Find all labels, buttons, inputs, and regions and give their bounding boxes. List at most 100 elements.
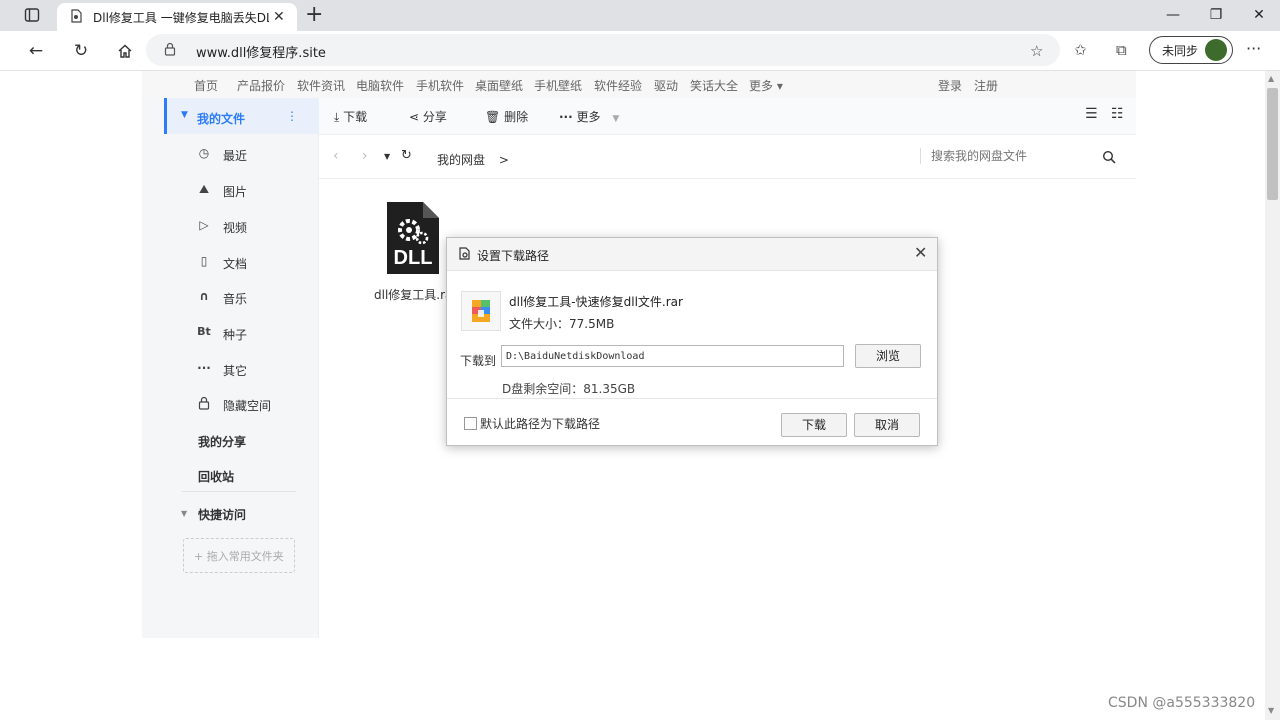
dll-file-icon[interactable]: DLL: [385, 200, 441, 276]
sidebar-item-videos[interactable]: 视频: [223, 219, 247, 236]
nav-link-drivers[interactable]: 驱动: [654, 77, 678, 94]
tab-close-icon[interactable]: ✕: [273, 9, 285, 25]
nav-link-prices[interactable]: 产品报价: [237, 77, 285, 94]
home-button[interactable]: [111, 37, 139, 65]
image-icon: ⛰: [198, 182, 210, 196]
search-input[interactable]: [931, 149, 1091, 163]
tab-actions-icon[interactable]: [24, 7, 40, 23]
more-dots-icon: ···: [197, 361, 211, 375]
avatar: [1205, 39, 1227, 61]
sidebar-item-music[interactable]: 音乐: [223, 290, 247, 307]
breadcrumb-root[interactable]: 我的网盘: [437, 153, 485, 167]
refresh-button[interactable]: ↻: [67, 37, 95, 65]
share-button[interactable]: ⋖ 分享: [409, 108, 447, 125]
lock-icon[interactable]: [164, 42, 176, 56]
nav-link-mobile-software[interactable]: 手机软件: [416, 77, 464, 94]
forward-arrow-icon[interactable]: ›: [362, 148, 368, 164]
more-button[interactable]: ··· 更多 ▼: [559, 108, 619, 125]
new-tab-button[interactable]: +: [305, 2, 323, 27]
scrollbar-thumb[interactable]: [1267, 88, 1278, 200]
omnibox[interactable]: www.dll修复程序.site: [146, 34, 1060, 66]
list-view-icon[interactable]: ☷: [1111, 106, 1124, 122]
sidebar-item-hidden-space[interactable]: 隐藏空间: [223, 397, 271, 414]
default-path-checkbox[interactable]: [464, 417, 477, 430]
history-dropdown-icon[interactable]: ▼: [384, 152, 390, 161]
sidebar-item-label: 我的文件: [197, 112, 246, 126]
tab-favicon-icon: [69, 9, 83, 23]
more-label: 更多: [576, 110, 601, 124]
nav-link-news[interactable]: 软件资讯: [297, 77, 345, 94]
sync-label: 未同步: [1162, 44, 1199, 58]
login-link[interactable]: 登录: [938, 77, 962, 94]
profile-sync-button[interactable]: 未同步: [1149, 36, 1233, 64]
nav-link-home[interactable]: 首页: [194, 77, 218, 94]
breadcrumb-bar: ‹ › ▼ ↻ 我的网盘 >: [319, 136, 1136, 179]
url-text[interactable]: www.dll修复程序.site: [196, 42, 326, 61]
delete-button[interactable]: 🗑 删除: [485, 108, 528, 125]
caret-down-icon: ▼: [612, 114, 620, 124]
download-path-dialog: 设置下载路径 ✕ dll修复工具-快速修复dll文件.rar 文件大小：77.5…: [446, 237, 938, 446]
scroll-down-icon[interactable]: ▼: [1268, 706, 1274, 715]
add-favorite-icon[interactable]: ☆: [1030, 42, 1043, 60]
search-divider: [920, 148, 921, 164]
nav-more-label: 更多: [749, 79, 774, 93]
headphones-icon: ∩: [199, 289, 209, 303]
sidebar: ▼ 我的文件 ⋮ ◷ 最近 ⛰ 图片 ▷ 视频 ▯ 文档 ∩ 音乐 Bt 种子 …: [142, 98, 321, 638]
download-button[interactable]: ⤓ 下载: [334, 108, 367, 125]
refresh-icon[interactable]: ↻: [401, 148, 412, 163]
default-path-label[interactable]: 默认此路径为下载路径: [480, 415, 600, 432]
delete-label: 删除: [504, 110, 529, 124]
sidebar-item-other[interactable]: 其它: [223, 362, 247, 379]
restore-button[interactable]: ❐: [1193, 0, 1239, 31]
rar-archive-icon: [461, 291, 501, 331]
more-dots-icon: ···: [559, 110, 573, 124]
window-close-button[interactable]: ✕: [1236, 0, 1280, 31]
register-link[interactable]: 注册: [974, 77, 998, 94]
nav-link-mobile-wallpaper[interactable]: 手机壁纸: [534, 77, 582, 94]
sidebar-item-my-share[interactable]: 我的分享: [198, 433, 246, 450]
browse-button[interactable]: 浏览: [855, 344, 921, 368]
sidebar-item-recent[interactable]: 最近: [223, 147, 247, 164]
video-icon: ▷: [199, 218, 209, 232]
tab-strip: Dll修复工具 一键修复电脑丢失DLL ✕ + — ❐ ✕: [0, 0, 1280, 31]
file-type-label: DLL: [393, 247, 433, 269]
confirm-download-button[interactable]: 下载: [781, 413, 847, 437]
sidebar-item-my-files[interactable]: ▼ 我的文件 ⋮: [164, 98, 321, 134]
active-tab[interactable]: Dll修复工具 一键修复电脑丢失DLL ✕: [57, 3, 297, 31]
dialog-header: 设置下载路径 ✕: [447, 238, 937, 271]
cancel-button[interactable]: 取消: [854, 413, 920, 437]
nav-link-more[interactable]: 更多 ▾: [749, 77, 783, 94]
sidebar-divider: [182, 491, 296, 492]
nav-link-jokes[interactable]: 笑话大全: [690, 77, 738, 94]
kebab-menu-icon[interactable]: ⋮: [286, 109, 298, 123]
download-path-input[interactable]: [501, 345, 844, 367]
nav-link-pc-software[interactable]: 电脑软件: [356, 77, 404, 94]
minimize-button[interactable]: —: [1150, 0, 1196, 31]
free-space-text: D盘剩余空间：81.35GB: [502, 382, 636, 396]
scroll-up-icon[interactable]: ▲: [1268, 74, 1274, 83]
sidebar-item-documents[interactable]: 文档: [223, 255, 247, 272]
file-name[interactable]: dll修复工具.rar: [374, 286, 448, 303]
nav-link-software-tips[interactable]: 软件经验: [594, 77, 642, 94]
search-icon[interactable]: [1102, 150, 1116, 164]
settings-more-icon[interactable]: ···: [1246, 39, 1261, 58]
lock-icon: [196, 396, 212, 413]
sidebar-item-torrents[interactable]: 种子: [223, 326, 247, 343]
sidebar-item-images[interactable]: 图片: [223, 183, 247, 200]
breadcrumb-separator: >: [498, 153, 509, 167]
close-icon[interactable]: ✕: [914, 243, 927, 262]
sidebar-item-quick-access[interactable]: 快捷访问: [198, 506, 246, 523]
collections-icon[interactable]: ⧉: [1116, 41, 1127, 59]
triangle-down-icon: ▼: [181, 110, 188, 120]
download-label: 下载: [343, 110, 368, 124]
sort-icon[interactable]: ☰: [1085, 106, 1098, 122]
csdn-watermark: CSDN @a555333820: [1108, 695, 1256, 711]
favorites-icon[interactable]: ✩: [1074, 41, 1087, 59]
nav-link-desktop-wallpaper[interactable]: 桌面壁纸: [475, 77, 523, 94]
triangle-down-icon: ▼: [181, 509, 188, 518]
sidebar-item-recycle-bin[interactable]: 回收站: [198, 468, 234, 485]
back-button[interactable]: ←: [22, 37, 50, 65]
back-arrow-icon[interactable]: ‹: [333, 148, 339, 164]
dialog-title: 设置下载路径: [477, 249, 550, 263]
add-quick-folder-button[interactable]: + 拖入常用文件夹: [183, 538, 295, 573]
